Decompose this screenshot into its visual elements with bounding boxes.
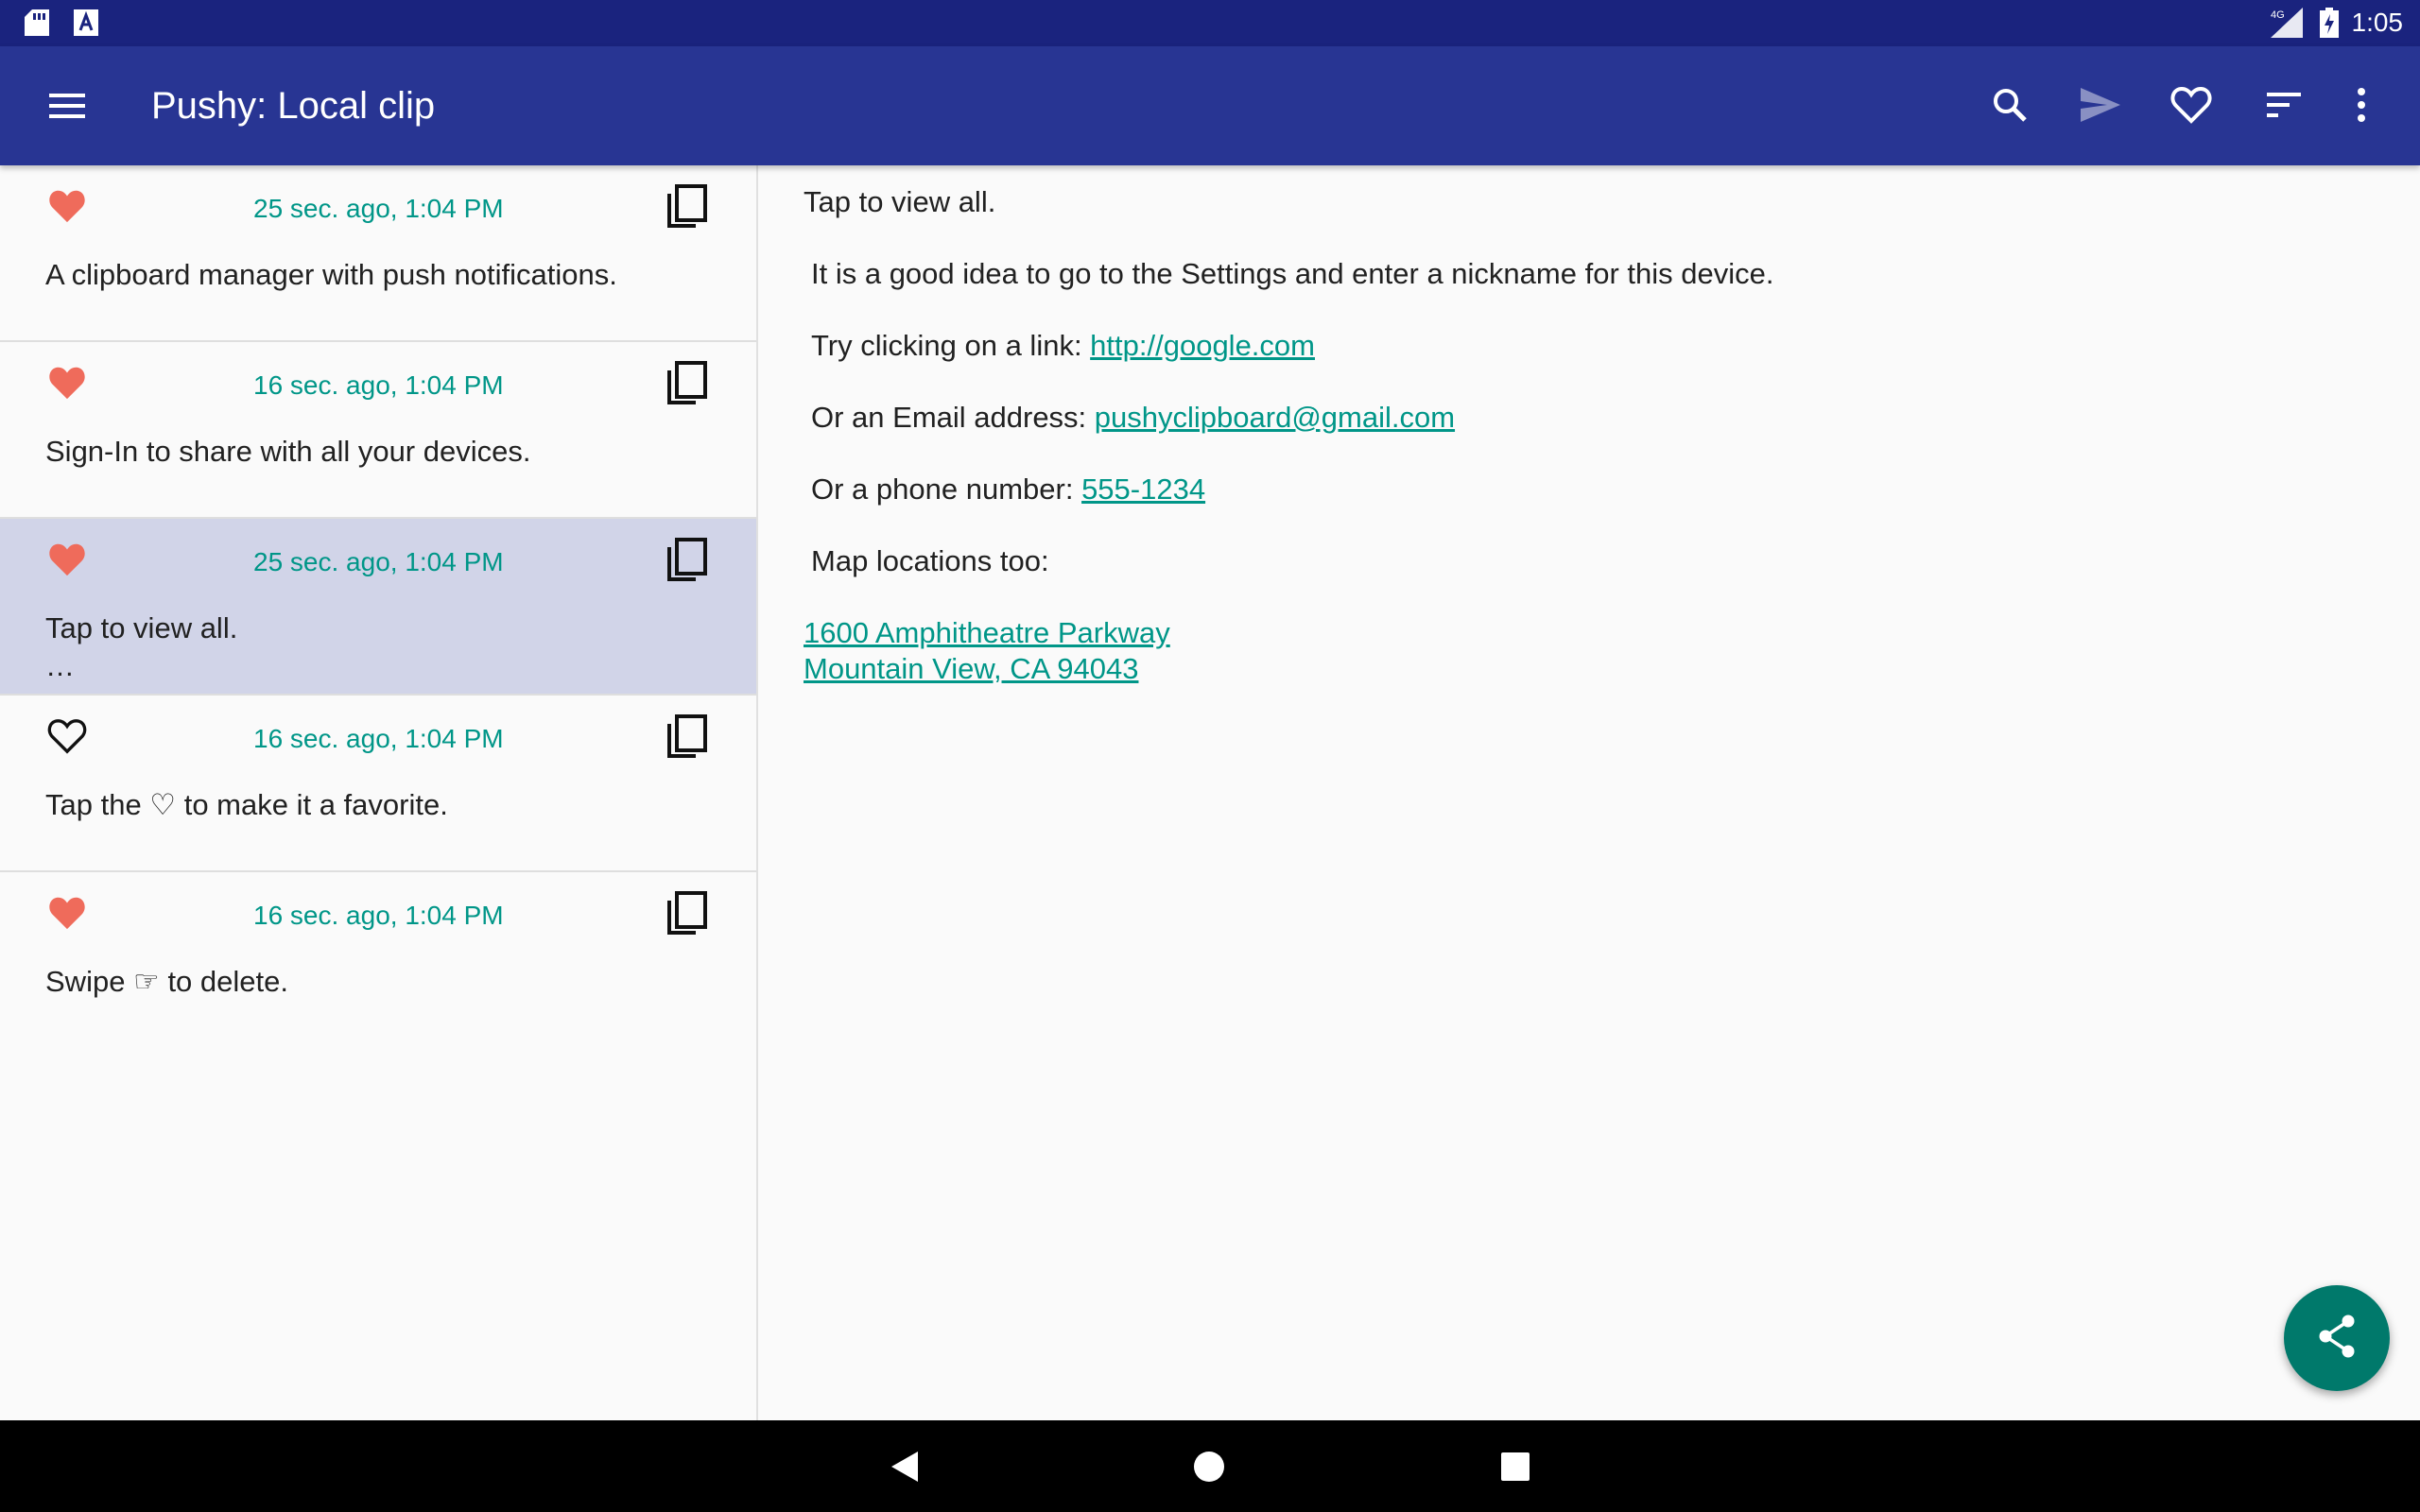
- heart-filled-icon[interactable]: [47, 187, 87, 225]
- home-icon[interactable]: [1185, 1443, 1233, 1490]
- web-link[interactable]: http://google.com: [1090, 329, 1315, 362]
- copy-icon[interactable]: [666, 359, 709, 406]
- clip-row[interactable]: 16 sec. ago, 1:04 PM Sign-In to share wi…: [0, 342, 756, 519]
- sort-icon[interactable]: [2254, 75, 2314, 135]
- back-icon[interactable]: [881, 1443, 928, 1490]
- svg-text:4G: 4G: [2271, 9, 2285, 21]
- detail-link-line: Try clicking on a link: http://google.co…: [811, 329, 1315, 363]
- signal-icon: 4G: [2269, 8, 2303, 43]
- share-icon: [2316, 1314, 2358, 1364]
- heart-outline-icon[interactable]: [47, 717, 87, 755]
- clip-time: 25 sec. ago, 1:04 PM: [253, 547, 504, 576]
- detail-heading: Tap to view all.: [804, 185, 996, 218]
- clip-row-selected[interactable]: 25 sec. ago, 1:04 PM Tap to view all. …: [0, 519, 756, 696]
- clip-text: Tap to view all. …: [45, 611, 238, 682]
- clip-row[interactable]: 16 sec. ago, 1:04 PM Swipe ☞ to delete.: [0, 872, 756, 1049]
- recents-icon[interactable]: [1492, 1443, 1539, 1490]
- app-bar: Pushy: Local clip: [0, 46, 2420, 165]
- clip-text: A clipboard manager with push notificati…: [45, 258, 617, 291]
- detail-phone-line: Or a phone number: 555-1234: [811, 472, 1205, 507]
- sd-card-icon: [25, 9, 49, 41]
- page-title: Pushy: Local clip: [151, 85, 436, 127]
- address-line-1[interactable]: 1600 Amphitheatre Parkway: [804, 616, 1170, 649]
- share-button[interactable]: [2284, 1285, 2390, 1391]
- clip-row[interactable]: 25 sec. ago, 1:04 PM A clipboard manager…: [0, 165, 756, 342]
- battery-charging-icon: [2320, 8, 2339, 43]
- text-a-icon: [74, 9, 98, 41]
- detail-map-label: Map locations too:: [811, 544, 1049, 577]
- clip-time: 25 sec. ago, 1:04 PM: [253, 194, 504, 223]
- status-bar: 4G 1:05: [0, 0, 2420, 46]
- email-link[interactable]: pushyclipboard@gmail.com: [1095, 401, 1455, 434]
- copy-icon[interactable]: [666, 182, 709, 230]
- clip-time: 16 sec. ago, 1:04 PM: [253, 370, 504, 400]
- menu-icon[interactable]: [38, 82, 98, 129]
- address-link[interactable]: 1600 Amphitheatre Parkway: [804, 616, 1170, 650]
- heart-outline-icon[interactable]: [2161, 75, 2221, 135]
- detail-email-prefix: Or an Email address:: [811, 401, 1095, 434]
- pane-divider: [756, 165, 758, 1420]
- address-line-2[interactable]: Mountain View, CA 94043: [804, 652, 1138, 685]
- clip-row[interactable]: 16 sec. ago, 1:04 PM Tap the ♡ to make i…: [0, 696, 756, 872]
- detail-email-line: Or an Email address: pushyclipboard@gmai…: [811, 401, 1455, 435]
- search-icon[interactable]: [1979, 75, 2040, 135]
- heart-filled-icon[interactable]: [47, 894, 87, 932]
- clip-list: 25 sec. ago, 1:04 PM A clipboard manager…: [0, 165, 756, 1420]
- copy-icon[interactable]: [666, 889, 709, 936]
- detail-link-prefix: Try clicking on a link:: [811, 329, 1091, 362]
- send-icon[interactable]: [2070, 75, 2131, 135]
- copy-icon[interactable]: [666, 713, 709, 760]
- detail-nickname-tip: It is a good idea to go to the Settings …: [811, 257, 1774, 290]
- heart-filled-icon[interactable]: [47, 541, 87, 578]
- clip-text: Tap the ♡ to make it a favorite.: [45, 788, 448, 821]
- detail-phone-prefix: Or a phone number:: [811, 472, 1082, 506]
- heart-filled-icon[interactable]: [47, 364, 87, 402]
- navigation-bar: [0, 1420, 2420, 1512]
- clip-time: 16 sec. ago, 1:04 PM: [253, 724, 504, 753]
- clip-time: 16 sec. ago, 1:04 PM: [253, 901, 504, 930]
- status-time: 1:05: [2351, 8, 2404, 37]
- more-vert-icon[interactable]: [2331, 75, 2392, 135]
- address-link-2[interactable]: Mountain View, CA 94043: [804, 652, 1138, 686]
- clip-text: Sign-In to share with all your devices.: [45, 435, 531, 468]
- copy-icon[interactable]: [666, 536, 709, 583]
- phone-link[interactable]: 555-1234: [1081, 472, 1205, 506]
- clip-text: Swipe ☞ to delete.: [45, 965, 288, 998]
